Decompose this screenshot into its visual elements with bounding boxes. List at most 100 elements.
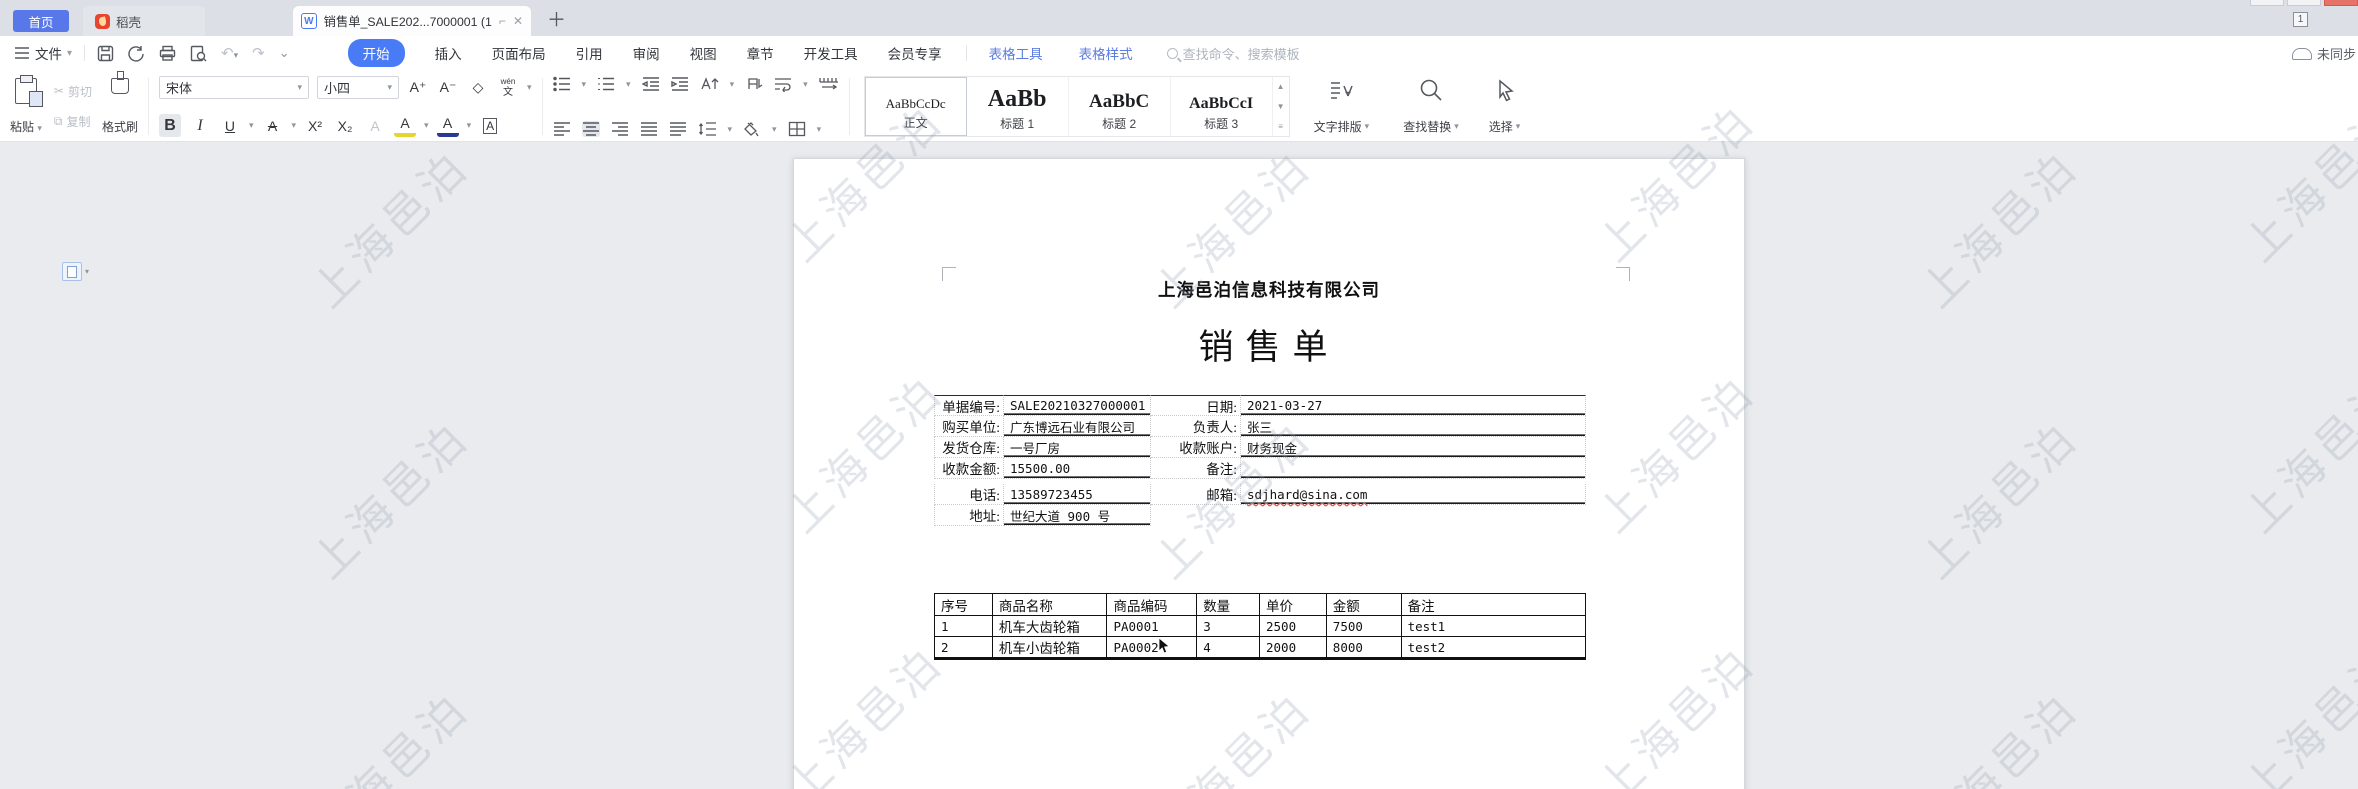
subscript-button[interactable]: X₂ xyxy=(334,114,356,137)
cell-qty[interactable]: 4 xyxy=(1196,637,1259,657)
bullet-list-icon[interactable] xyxy=(552,76,571,92)
cell-qty[interactable]: 3 xyxy=(1196,616,1259,636)
info-value[interactable]: 世纪大道 900 号 xyxy=(1004,505,1151,526)
highlight-color-button[interactable]: A xyxy=(394,114,417,137)
maximize-button[interactable] xyxy=(2287,0,2321,6)
cell-seq[interactable]: 1 xyxy=(935,616,992,636)
tab-insert[interactable]: 插入 xyxy=(435,43,462,63)
company-name[interactable]: 上海邑泊信息科技有限公司 xyxy=(794,277,1744,302)
collapse-ribbon-icon[interactable]: ⌄ xyxy=(279,45,290,61)
decrease-indent-icon[interactable] xyxy=(641,76,660,92)
document-title[interactable]: 销售单 xyxy=(794,319,1744,370)
tab-table-style[interactable]: 表格样式 xyxy=(1079,43,1133,63)
order-info-table[interactable]: 单据编号: SALE20210327000001 日期: 2021-03-27 … xyxy=(934,395,1586,526)
print-preview-icon[interactable] xyxy=(190,45,207,62)
items-table[interactable]: 序号 商品名称 商品编码 数量 单价 金额 备注 1 机车大齿轮箱 PA0001… xyxy=(934,593,1586,660)
cut-button[interactable]: ✂ 剪切 xyxy=(54,83,92,100)
cell-seq[interactable]: 2 xyxy=(935,637,992,657)
justify-icon[interactable] xyxy=(640,121,658,137)
italic-button[interactable]: I xyxy=(189,114,211,137)
home-tab[interactable]: 首页 xyxy=(13,10,69,32)
underline-button[interactable]: U xyxy=(219,114,241,137)
font-size-select[interactable]: 小四 ▾ xyxy=(316,76,399,99)
export-pdf-icon[interactable] xyxy=(128,45,145,62)
save-icon[interactable] xyxy=(97,45,114,62)
char-shading-button[interactable]: A xyxy=(364,114,386,137)
tab-section[interactable]: 章节 xyxy=(747,43,774,63)
font-name-select[interactable]: 宋体 ▾ xyxy=(158,76,309,99)
table-row[interactable]: 地址: 世纪大道 900 号 xyxy=(934,505,1586,526)
cell-product-name[interactable]: 机车大齿轮箱 xyxy=(991,616,1107,636)
info-value[interactable]: 13589723455 xyxy=(1004,484,1151,505)
align-right-icon[interactable] xyxy=(611,121,629,137)
copy-button[interactable]: ⧉ 复制 xyxy=(54,113,92,130)
cell-product-code[interactable]: PA0002 xyxy=(1106,637,1196,657)
numbered-list-icon[interactable] xyxy=(597,76,615,92)
info-value[interactable]: 财务现金 xyxy=(1241,437,1586,458)
text-direction-icon[interactable] xyxy=(745,76,763,92)
print-icon[interactable] xyxy=(159,45,176,62)
increase-indent-icon[interactable] xyxy=(670,76,689,92)
info-value[interactable] xyxy=(1241,458,1586,479)
cell-unit-price[interactable]: 2000 xyxy=(1259,637,1326,657)
document-tab[interactable]: W 销售单_SALE202...7000001 (1) ⌐ ✕ xyxy=(293,6,531,36)
table-row[interactable]: 单据编号: SALE20210327000001 日期: 2021-03-27 xyxy=(934,395,1586,416)
undo-icon[interactable]: ↶▾ xyxy=(221,44,238,62)
document-page[interactable]: 上海邑泊信息科技有限公司 销售单 单据编号: SALE2021032700000… xyxy=(793,158,1745,789)
cell-product-name[interactable]: 机车小齿轮箱 xyxy=(991,637,1107,657)
new-tab-button[interactable]: ＋ xyxy=(547,11,566,36)
bold-button[interactable]: B xyxy=(158,114,181,137)
pinyin-guide-button[interactable]: wén 文 xyxy=(497,76,519,99)
cell-amount[interactable]: 8000 xyxy=(1325,637,1401,657)
tab-table-tools[interactable]: 表格工具 xyxy=(989,43,1043,63)
clear-format-icon[interactable]: ◇ xyxy=(467,76,489,99)
paste-button[interactable]: 粘贴 ▾ xyxy=(8,75,44,137)
cell-product-code[interactable]: PA0001 xyxy=(1106,616,1196,636)
cell-remark[interactable]: test1 xyxy=(1400,616,1585,636)
grow-font-button[interactable]: A⁺ xyxy=(407,76,429,99)
tab-close-icon[interactable]: ✕ xyxy=(513,15,523,27)
tab-start[interactable]: 开始 xyxy=(347,39,405,67)
tab-page-layout[interactable]: 页面布局 xyxy=(492,43,546,63)
info-value[interactable]: 2021-03-27 xyxy=(1241,395,1586,416)
align-center-icon[interactable] xyxy=(581,121,600,137)
borders-icon[interactable] xyxy=(788,121,806,137)
info-value[interactable]: 15500.00 xyxy=(1004,458,1151,479)
tab-review[interactable]: 审阅 xyxy=(633,43,660,63)
sync-status[interactable]: 未同步 xyxy=(2292,44,2356,63)
info-value[interactable]: 张三 xyxy=(1241,416,1586,437)
table-row[interactable]: 发货仓库: 一号厂房 收款账户: 财务现金 xyxy=(934,437,1586,458)
tab-stops-icon[interactable] xyxy=(818,76,839,92)
text-scale-icon[interactable] xyxy=(700,76,719,92)
table-row[interactable]: 收款金额: 15500.00 备注: xyxy=(934,458,1586,479)
tab-preview-icon[interactable]: ⌐ xyxy=(499,15,506,27)
style-heading2[interactable]: AaBbC 标题 2 xyxy=(1069,77,1171,136)
close-button[interactable] xyxy=(2324,0,2358,6)
table-row[interactable]: 电话: 13589723455 邮箱: sdjhard@sina.com xyxy=(934,484,1586,505)
info-value[interactable]: 广东博远石业有限公司 xyxy=(1004,416,1151,437)
info-value[interactable]: 一号厂房 xyxy=(1004,437,1151,458)
file-menu[interactable]: 文件 ▾ xyxy=(14,43,72,63)
minimize-button[interactable] xyxy=(2250,0,2284,6)
cell-amount[interactable]: 7500 xyxy=(1325,616,1401,636)
tab-dev-tools[interactable]: 开发工具 xyxy=(804,43,858,63)
shading-icon[interactable] xyxy=(743,121,761,137)
tab-member[interactable]: 会员专享 xyxy=(888,43,942,63)
info-value[interactable]: SALE20210327000001 xyxy=(1004,395,1151,416)
style-heading3[interactable]: AaBbCcI 标题 3 xyxy=(1171,77,1273,136)
cell-unit-price[interactable]: 2500 xyxy=(1259,616,1326,636)
info-value-email[interactable]: sdjhard@sina.com xyxy=(1241,484,1586,505)
align-left-icon[interactable] xyxy=(553,121,571,137)
style-normal[interactable]: AaBbCcDc 正文 xyxy=(864,77,967,136)
paste-options-float[interactable]: ▾ xyxy=(62,262,89,281)
window-count-badge[interactable]: 1 xyxy=(2293,12,2308,27)
cell-remark[interactable]: test2 xyxy=(1400,637,1585,657)
distribute-icon[interactable] xyxy=(669,121,687,137)
table-row[interactable]: 1 机车大齿轮箱 PA0001 3 2500 7500 test1 xyxy=(935,615,1585,636)
font-color-button[interactable]: A xyxy=(436,114,459,137)
table-row[interactable]: 2 机车小齿轮箱 PA0002 4 2000 8000 test2 xyxy=(935,636,1585,657)
format-painter-button[interactable]: 格式刷 xyxy=(102,71,138,137)
superscript-button[interactable]: X² xyxy=(304,114,326,137)
style-heading1[interactable]: AaBb 标题 1 xyxy=(967,77,1069,136)
redo-icon[interactable]: ↷ xyxy=(252,44,265,62)
